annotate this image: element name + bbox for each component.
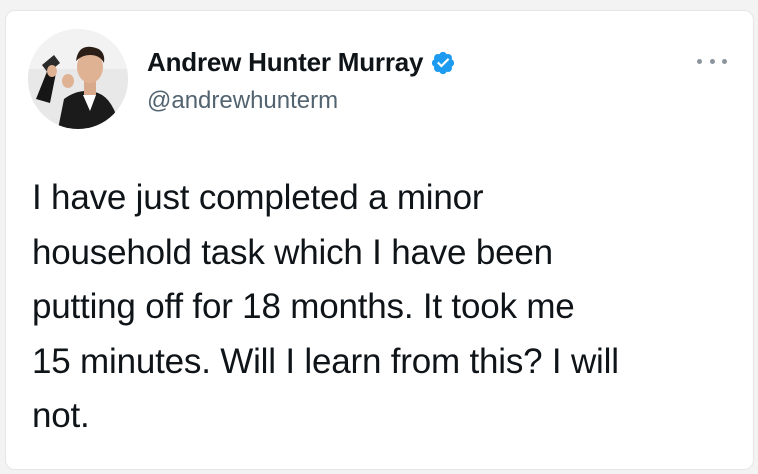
tweet-card: Andrew Hunter Murray @andrewhunterm I ha… bbox=[5, 10, 754, 470]
tweet-text-line: putting off for 18 months. It took me bbox=[32, 287, 575, 326]
tweet-text-line: I have just completed a minor bbox=[32, 178, 484, 217]
ellipsis-icon bbox=[709, 58, 715, 64]
ellipsis-icon bbox=[697, 58, 702, 64]
avatar[interactable] bbox=[28, 29, 128, 129]
ellipsis-icon bbox=[722, 58, 727, 64]
tweet-text-line: not. bbox=[32, 396, 90, 435]
author-handle[interactable]: @andrewhunterm bbox=[147, 87, 338, 115]
tweet-text: I have just completed a minor household … bbox=[32, 171, 732, 444]
tweet-text-line: household task which I have been bbox=[32, 232, 553, 272]
author-name-row: Andrew Hunter Murray bbox=[147, 47, 456, 78]
more-options-button[interactable] bbox=[697, 53, 727, 69]
verified-badge-icon bbox=[432, 51, 455, 74]
display-name[interactable]: Andrew Hunter Murray bbox=[147, 47, 423, 78]
avatar-photo bbox=[28, 29, 128, 129]
tweet-text-line: 15 minutes. Will I learn from this? I wi… bbox=[32, 341, 619, 381]
